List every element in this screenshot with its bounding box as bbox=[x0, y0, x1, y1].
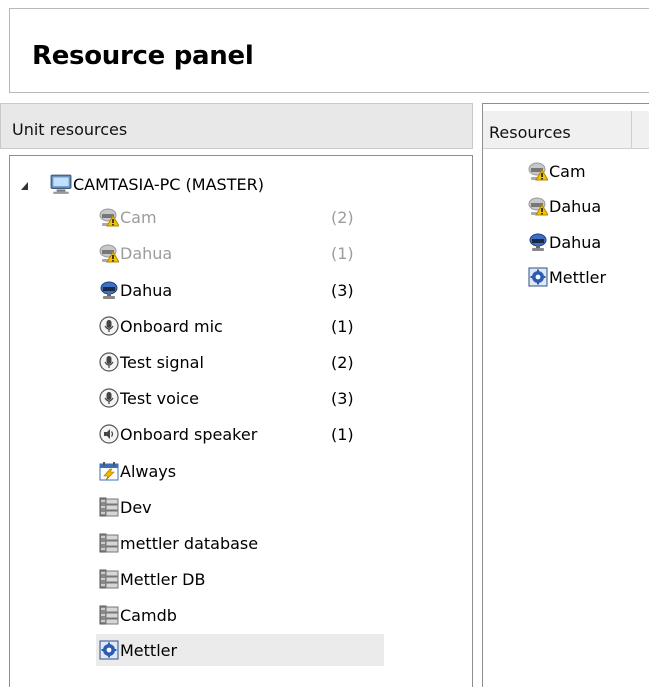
database-icon bbox=[99, 605, 119, 625]
unit-item-mettler-database[interactable]: mettler database bbox=[99, 527, 381, 559]
speaker-icon bbox=[99, 424, 119, 444]
unit-item-test-signal[interactable]: Test signal (2) bbox=[99, 346, 381, 378]
gear-icon bbox=[528, 267, 548, 287]
unit-item-dahua-1[interactable]: Dahua (1) bbox=[99, 237, 381, 269]
collapse-triangle-icon[interactable] bbox=[20, 181, 30, 191]
unit-resources-header: Unit resources bbox=[0, 103, 473, 149]
resources-column-header[interactable]: Resources bbox=[483, 111, 649, 149]
database-icon bbox=[99, 497, 119, 517]
computer-icon bbox=[50, 173, 72, 195]
item-count: (2) bbox=[331, 352, 354, 372]
unit-resources-header-label: Unit resources bbox=[12, 120, 128, 139]
unit-item-test-voice[interactable]: Test voice (3) bbox=[99, 382, 381, 414]
tree-root-label: CAMTASIA-PC (MASTER) bbox=[73, 174, 264, 194]
resources-header-label: Resources bbox=[489, 123, 571, 142]
camera-icon bbox=[528, 232, 548, 252]
resource-item-dahua-2[interactable]: Dahua bbox=[528, 226, 601, 258]
item-count: (3) bbox=[331, 388, 354, 408]
microphone-icon bbox=[99, 352, 119, 372]
title-panel: Resource panel bbox=[9, 8, 649, 93]
column-separator[interactable] bbox=[631, 111, 632, 149]
unit-item-always[interactable]: Always bbox=[99, 455, 381, 487]
item-count: (2) bbox=[331, 207, 354, 227]
camera-warning-icon bbox=[528, 196, 548, 216]
database-icon bbox=[99, 533, 119, 553]
resource-item-cam[interactable]: Cam bbox=[528, 155, 586, 187]
tree-root-node[interactable]: CAMTASIA-PC (MASTER) bbox=[50, 168, 264, 200]
item-count: (1) bbox=[331, 243, 354, 263]
unit-item-camdb[interactable]: Camdb bbox=[99, 599, 381, 631]
camera-warning-icon bbox=[528, 161, 548, 181]
unit-item-dev[interactable]: Dev bbox=[99, 491, 381, 523]
schedule-icon bbox=[99, 461, 119, 481]
unit-item-mettler-db[interactable]: Mettler DB bbox=[99, 563, 381, 595]
microphone-icon bbox=[99, 388, 119, 408]
unit-item-dahua-2[interactable]: Dahua (3) bbox=[99, 274, 381, 306]
unit-item-cam[interactable]: Cam (2) bbox=[99, 201, 381, 233]
page-title: Resource panel bbox=[32, 41, 254, 71]
resource-item-dahua-1[interactable]: Dahua bbox=[528, 190, 601, 222]
gear-icon bbox=[99, 640, 119, 660]
item-count: (1) bbox=[331, 424, 354, 444]
unit-item-mettler[interactable]: Mettler bbox=[96, 634, 384, 666]
camera-warning-icon bbox=[99, 243, 119, 263]
item-count: (1) bbox=[331, 316, 354, 336]
item-count: (3) bbox=[331, 280, 354, 300]
camera-warning-icon bbox=[99, 207, 119, 227]
resource-item-mettler[interactable]: Mettler bbox=[528, 261, 606, 293]
unit-item-onboard-speaker[interactable]: Onboard speaker (1) bbox=[99, 418, 381, 450]
camera-icon bbox=[99, 280, 119, 300]
database-icon bbox=[99, 569, 119, 589]
microphone-icon bbox=[99, 316, 119, 336]
unit-item-onboard-mic[interactable]: Onboard mic (1) bbox=[99, 310, 381, 342]
